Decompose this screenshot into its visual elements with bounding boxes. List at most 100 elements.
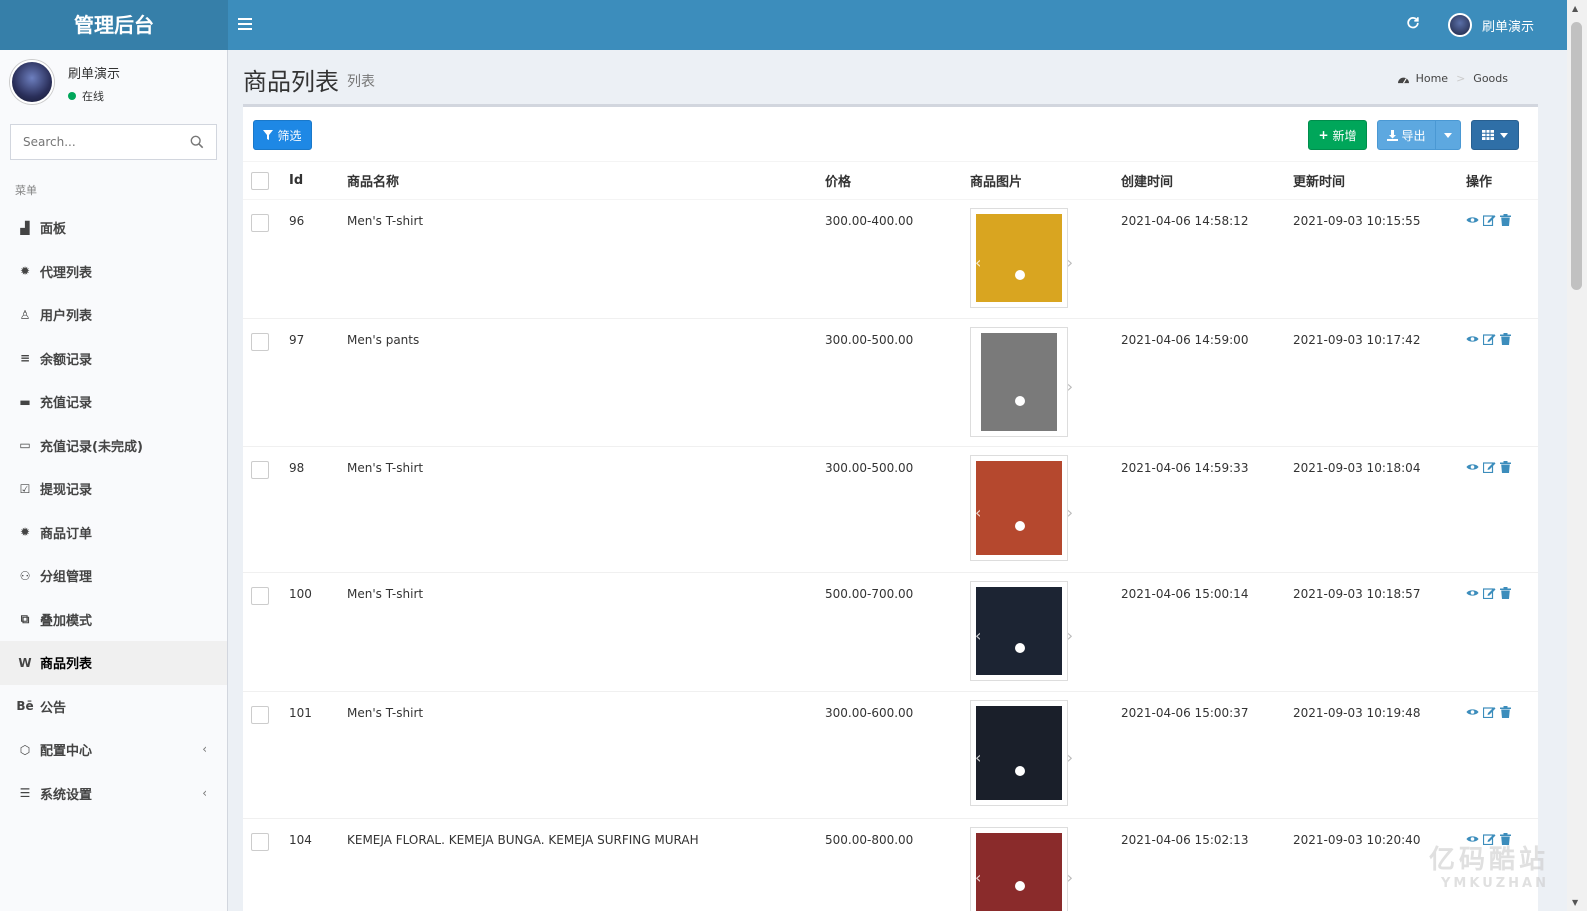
refresh-icon[interactable]	[1403, 14, 1423, 34]
delete-trash-icon[interactable]	[1500, 706, 1513, 718]
carousel-bullet[interactable]	[1015, 765, 1025, 776]
view-eye-icon[interactable]	[1466, 461, 1479, 473]
sidebar-item[interactable]: ▬ 充值记录	[0, 380, 227, 424]
row-checkbox[interactable]	[251, 833, 269, 851]
scroll-down-icon[interactable]: ▼	[1572, 898, 1578, 907]
cell-updated: 2021-09-03 10:18:57	[1293, 572, 1466, 692]
scroll-up-icon[interactable]: ▲	[1572, 4, 1578, 13]
delete-trash-icon[interactable]	[1500, 587, 1513, 599]
user-menu[interactable]: 刷单演示	[1448, 12, 1534, 38]
filter-button[interactable]: 筛选	[253, 120, 312, 150]
carousel-prev-icon[interactable]: ‹	[975, 503, 981, 522]
online-dot-icon	[68, 92, 76, 100]
row-checkbox[interactable]	[251, 587, 269, 605]
sidebar-item[interactable]: ▭ 充值记录(未完成)	[0, 424, 227, 468]
chevron-left-icon: ‹	[202, 785, 207, 800]
sidebar-item-label: 面板	[40, 222, 67, 238]
sidebar-item[interactable]: ≡ 余额记录	[0, 337, 227, 381]
column-header-id[interactable]: Id	[289, 161, 347, 200]
online-status: 在线	[68, 88, 104, 104]
sidebar-item[interactable]: ☰ 系统设置 ‹	[0, 772, 227, 816]
carousel-next-icon[interactable]: ›	[1067, 377, 1073, 396]
table-row[interactable]: 98 Men's T-shirt 300.00-500.00 ‹ › 2021-04-06…	[243, 446, 1538, 573]
row-checkbox[interactable]	[251, 333, 269, 351]
row-checkbox-cell	[243, 318, 289, 447]
row-checkbox[interactable]	[251, 214, 269, 232]
product-image-carousel[interactable]: ‹ ›	[970, 208, 1073, 308]
server-icon: ☰	[19, 786, 31, 801]
product-image-carousel[interactable]: ‹ ›	[970, 827, 1073, 911]
product-image-carousel[interactable]: ‹ ›	[970, 700, 1073, 806]
delete-trash-icon[interactable]	[1500, 333, 1513, 345]
sidebar-item[interactable]: ☑ 提现记录	[0, 467, 227, 511]
table-row[interactable]: 100 Men's T-shirt 500.00-700.00 ‹ › 2021-04-0…	[243, 572, 1538, 692]
sidebar-item[interactable]: ⬡ 配置中心 ‹	[0, 728, 227, 772]
table-row[interactable]: 96 Men's T-shirt 300.00-400.00 ‹ › 2021-04-06…	[243, 199, 1538, 319]
sidebar-item[interactable]: ♙ 用户列表	[0, 293, 227, 337]
sidebar-item[interactable]: W 商品列表	[0, 641, 227, 685]
carousel-next-icon[interactable]: ›	[1067, 868, 1073, 887]
cell-image: ‹ ›	[970, 818, 1121, 911]
search-input[interactable]	[11, 125, 181, 159]
columns-toggle-button[interactable]	[1471, 120, 1519, 150]
edit-icon[interactable]	[1482, 333, 1496, 346]
row-checkbox[interactable]	[251, 461, 269, 479]
column-header-created[interactable]: 创建时间	[1121, 161, 1293, 200]
breadcrumb-home[interactable]: Home	[1416, 72, 1448, 85]
cell-name: Men's T-shirt	[347, 572, 825, 692]
sidebar-item[interactable]: ▟ 面板	[0, 206, 227, 250]
carousel-bullet[interactable]	[1015, 395, 1025, 406]
carousel-prev-icon[interactable]: ‹	[975, 253, 981, 272]
carousel-bullet[interactable]	[1015, 520, 1025, 531]
table-row[interactable]: 104 KEMEJA FLORAL. KEMEJA BUNGA. KEMEJA S…	[243, 818, 1538, 911]
sidebar-item[interactable]: ✹ 代理列表	[0, 250, 227, 294]
row-actions	[1466, 461, 1538, 474]
row-checkbox[interactable]	[251, 706, 269, 724]
product-image-carousel[interactable]: ‹ ›	[970, 581, 1073, 681]
view-eye-icon[interactable]	[1466, 587, 1479, 599]
view-eye-icon[interactable]	[1466, 333, 1479, 345]
sidebar-item[interactable]: ✹ 商品订单	[0, 511, 227, 555]
carousel-next-icon[interactable]: ›	[1067, 503, 1073, 522]
carousel-prev-icon[interactable]: ‹	[975, 377, 981, 396]
carousel-bullet[interactable]	[1015, 642, 1025, 653]
table-row[interactable]: 97 Men's pants 300.00-500.00 ‹ › 2021-04-06 1…	[243, 318, 1538, 447]
app-logo[interactable]: 管理后台	[0, 0, 228, 50]
product-image-carousel[interactable]: ‹ ›	[970, 455, 1073, 561]
delete-trash-icon[interactable]	[1500, 461, 1513, 473]
product-image-carousel[interactable]: ‹ ›	[970, 327, 1073, 437]
carousel-prev-icon[interactable]: ‹	[975, 748, 981, 767]
export-dropdown-button[interactable]	[1435, 120, 1461, 150]
column-header-updated[interactable]: 更新时间	[1293, 161, 1466, 200]
cell-id: 104	[289, 818, 347, 911]
column-header-name[interactable]: 商品名称	[347, 161, 825, 200]
carousel-bullet[interactable]	[1015, 269, 1025, 280]
table-icon	[1482, 130, 1494, 140]
table-row[interactable]: 101 Men's T-shirt 300.00-600.00 ‹ › 2021-04-0…	[243, 691, 1538, 819]
export-button[interactable]: 导出	[1377, 120, 1436, 150]
view-eye-icon[interactable]	[1466, 706, 1479, 718]
select-all-checkbox[interactable]	[251, 171, 269, 190]
carousel-prev-icon[interactable]: ‹	[975, 626, 981, 645]
carousel-next-icon[interactable]: ›	[1067, 253, 1073, 272]
carousel-prev-icon[interactable]: ‹	[975, 868, 981, 887]
column-header-price[interactable]: 价格	[825, 161, 970, 200]
edit-icon[interactable]	[1482, 461, 1496, 474]
sidebar-toggle-icon[interactable]	[238, 15, 258, 35]
edit-icon[interactable]	[1482, 214, 1496, 227]
sidebar-search	[10, 124, 217, 160]
carousel-next-icon[interactable]: ›	[1067, 748, 1073, 767]
edit-icon[interactable]	[1482, 706, 1496, 719]
view-eye-icon[interactable]	[1466, 214, 1479, 226]
sidebar-item[interactable]: ⧉ 叠加模式	[0, 598, 227, 642]
page-scrollbar[interactable]: ▲ ▼	[1567, 0, 1587, 911]
carousel-next-icon[interactable]: ›	[1067, 626, 1073, 645]
delete-trash-icon[interactable]	[1500, 214, 1513, 226]
scrollbar-thumb[interactable]	[1571, 22, 1582, 290]
search-icon[interactable]	[190, 135, 204, 149]
sidebar-item[interactable]: Bē 公告	[0, 685, 227, 729]
add-button[interactable]: + 新增	[1308, 120, 1367, 150]
cell-price: 300.00-400.00	[825, 199, 970, 319]
edit-icon[interactable]	[1482, 587, 1496, 600]
sidebar-item[interactable]: ⚇ 分组管理	[0, 554, 227, 598]
